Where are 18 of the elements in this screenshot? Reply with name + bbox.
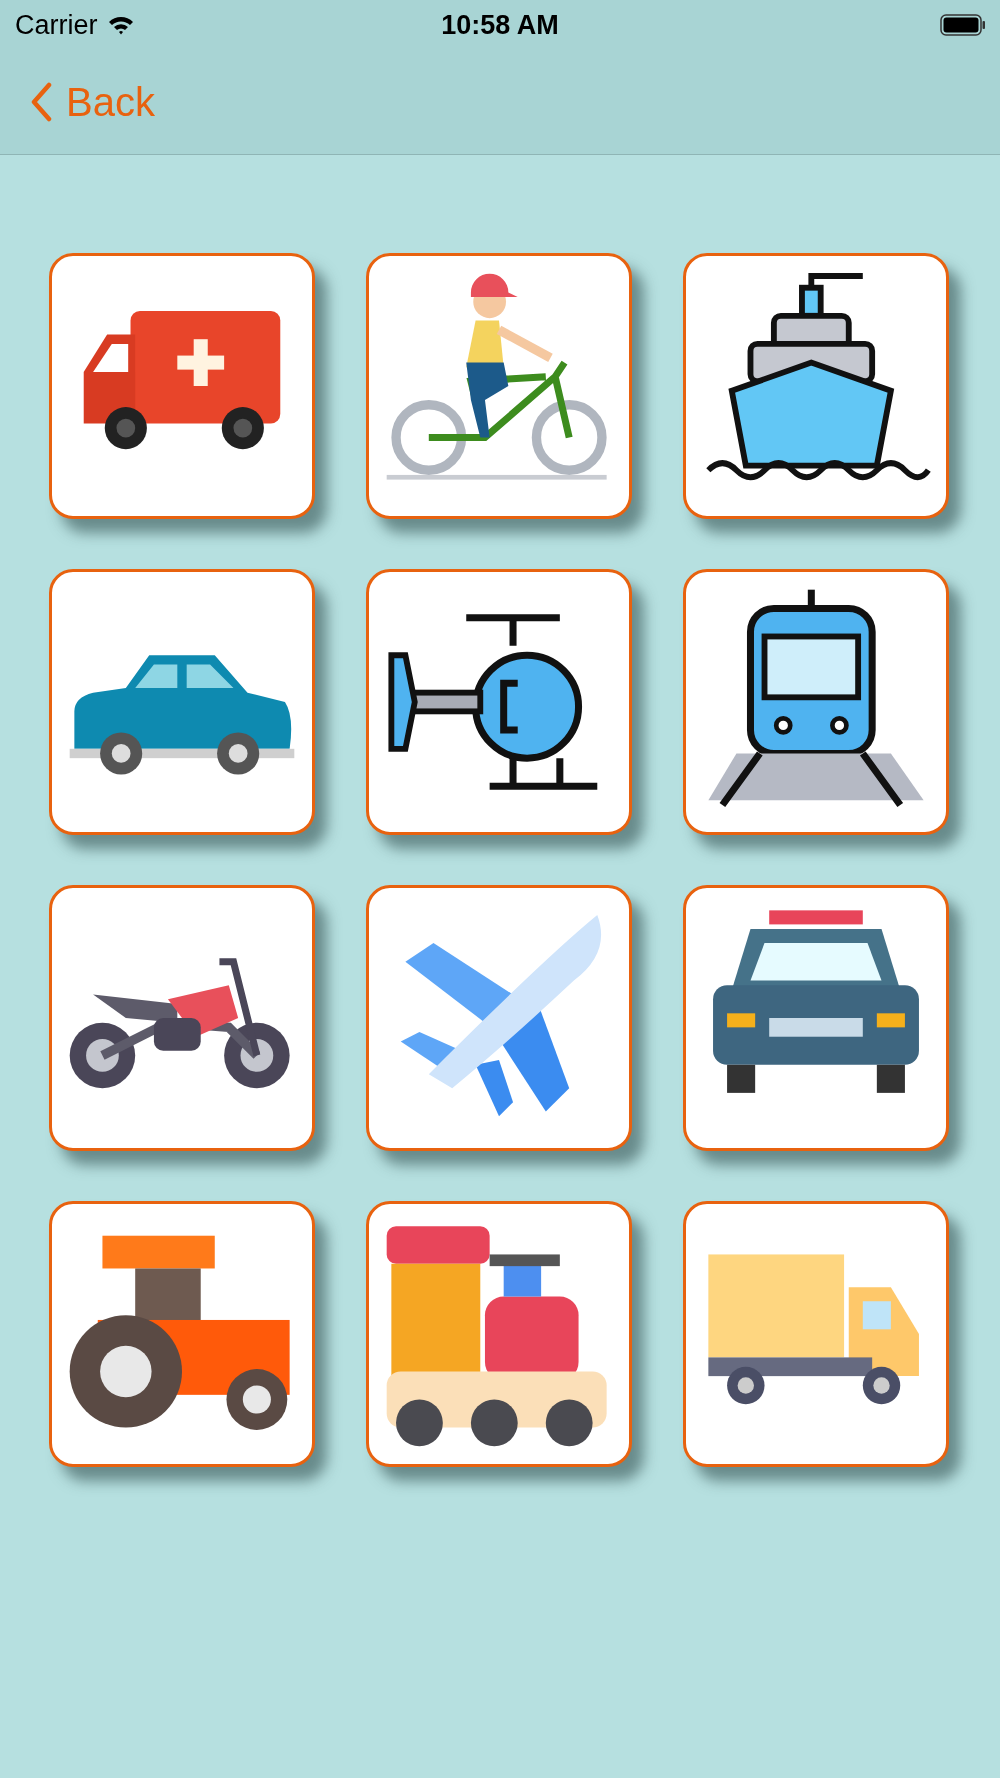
battery-icon	[940, 14, 986, 36]
vehicle-tile[interactable]	[49, 885, 315, 1151]
vehicle-tile[interactable]	[366, 1201, 632, 1467]
wifi-icon	[107, 15, 134, 35]
vehicle-tile[interactable]	[683, 569, 949, 835]
vehicle-tile[interactable]	[49, 1201, 315, 1467]
chevron-left-icon	[30, 82, 52, 122]
vehicle-tile[interactable]	[366, 885, 632, 1151]
carrier-label: Carrier	[15, 9, 98, 41]
vehicle-tile[interactable]	[366, 253, 632, 519]
vehicle-tile[interactable]	[683, 1201, 949, 1467]
vehicle-tile[interactable]	[683, 885, 949, 1151]
vehicle-tile[interactable]	[366, 569, 632, 835]
vehicle-tile[interactable]	[683, 253, 949, 519]
clock-time: 10:58 AM	[441, 9, 559, 41]
vehicle-tile[interactable]	[49, 253, 315, 519]
vehicle-tile[interactable]	[49, 569, 315, 835]
back-button[interactable]: Back	[30, 79, 155, 125]
